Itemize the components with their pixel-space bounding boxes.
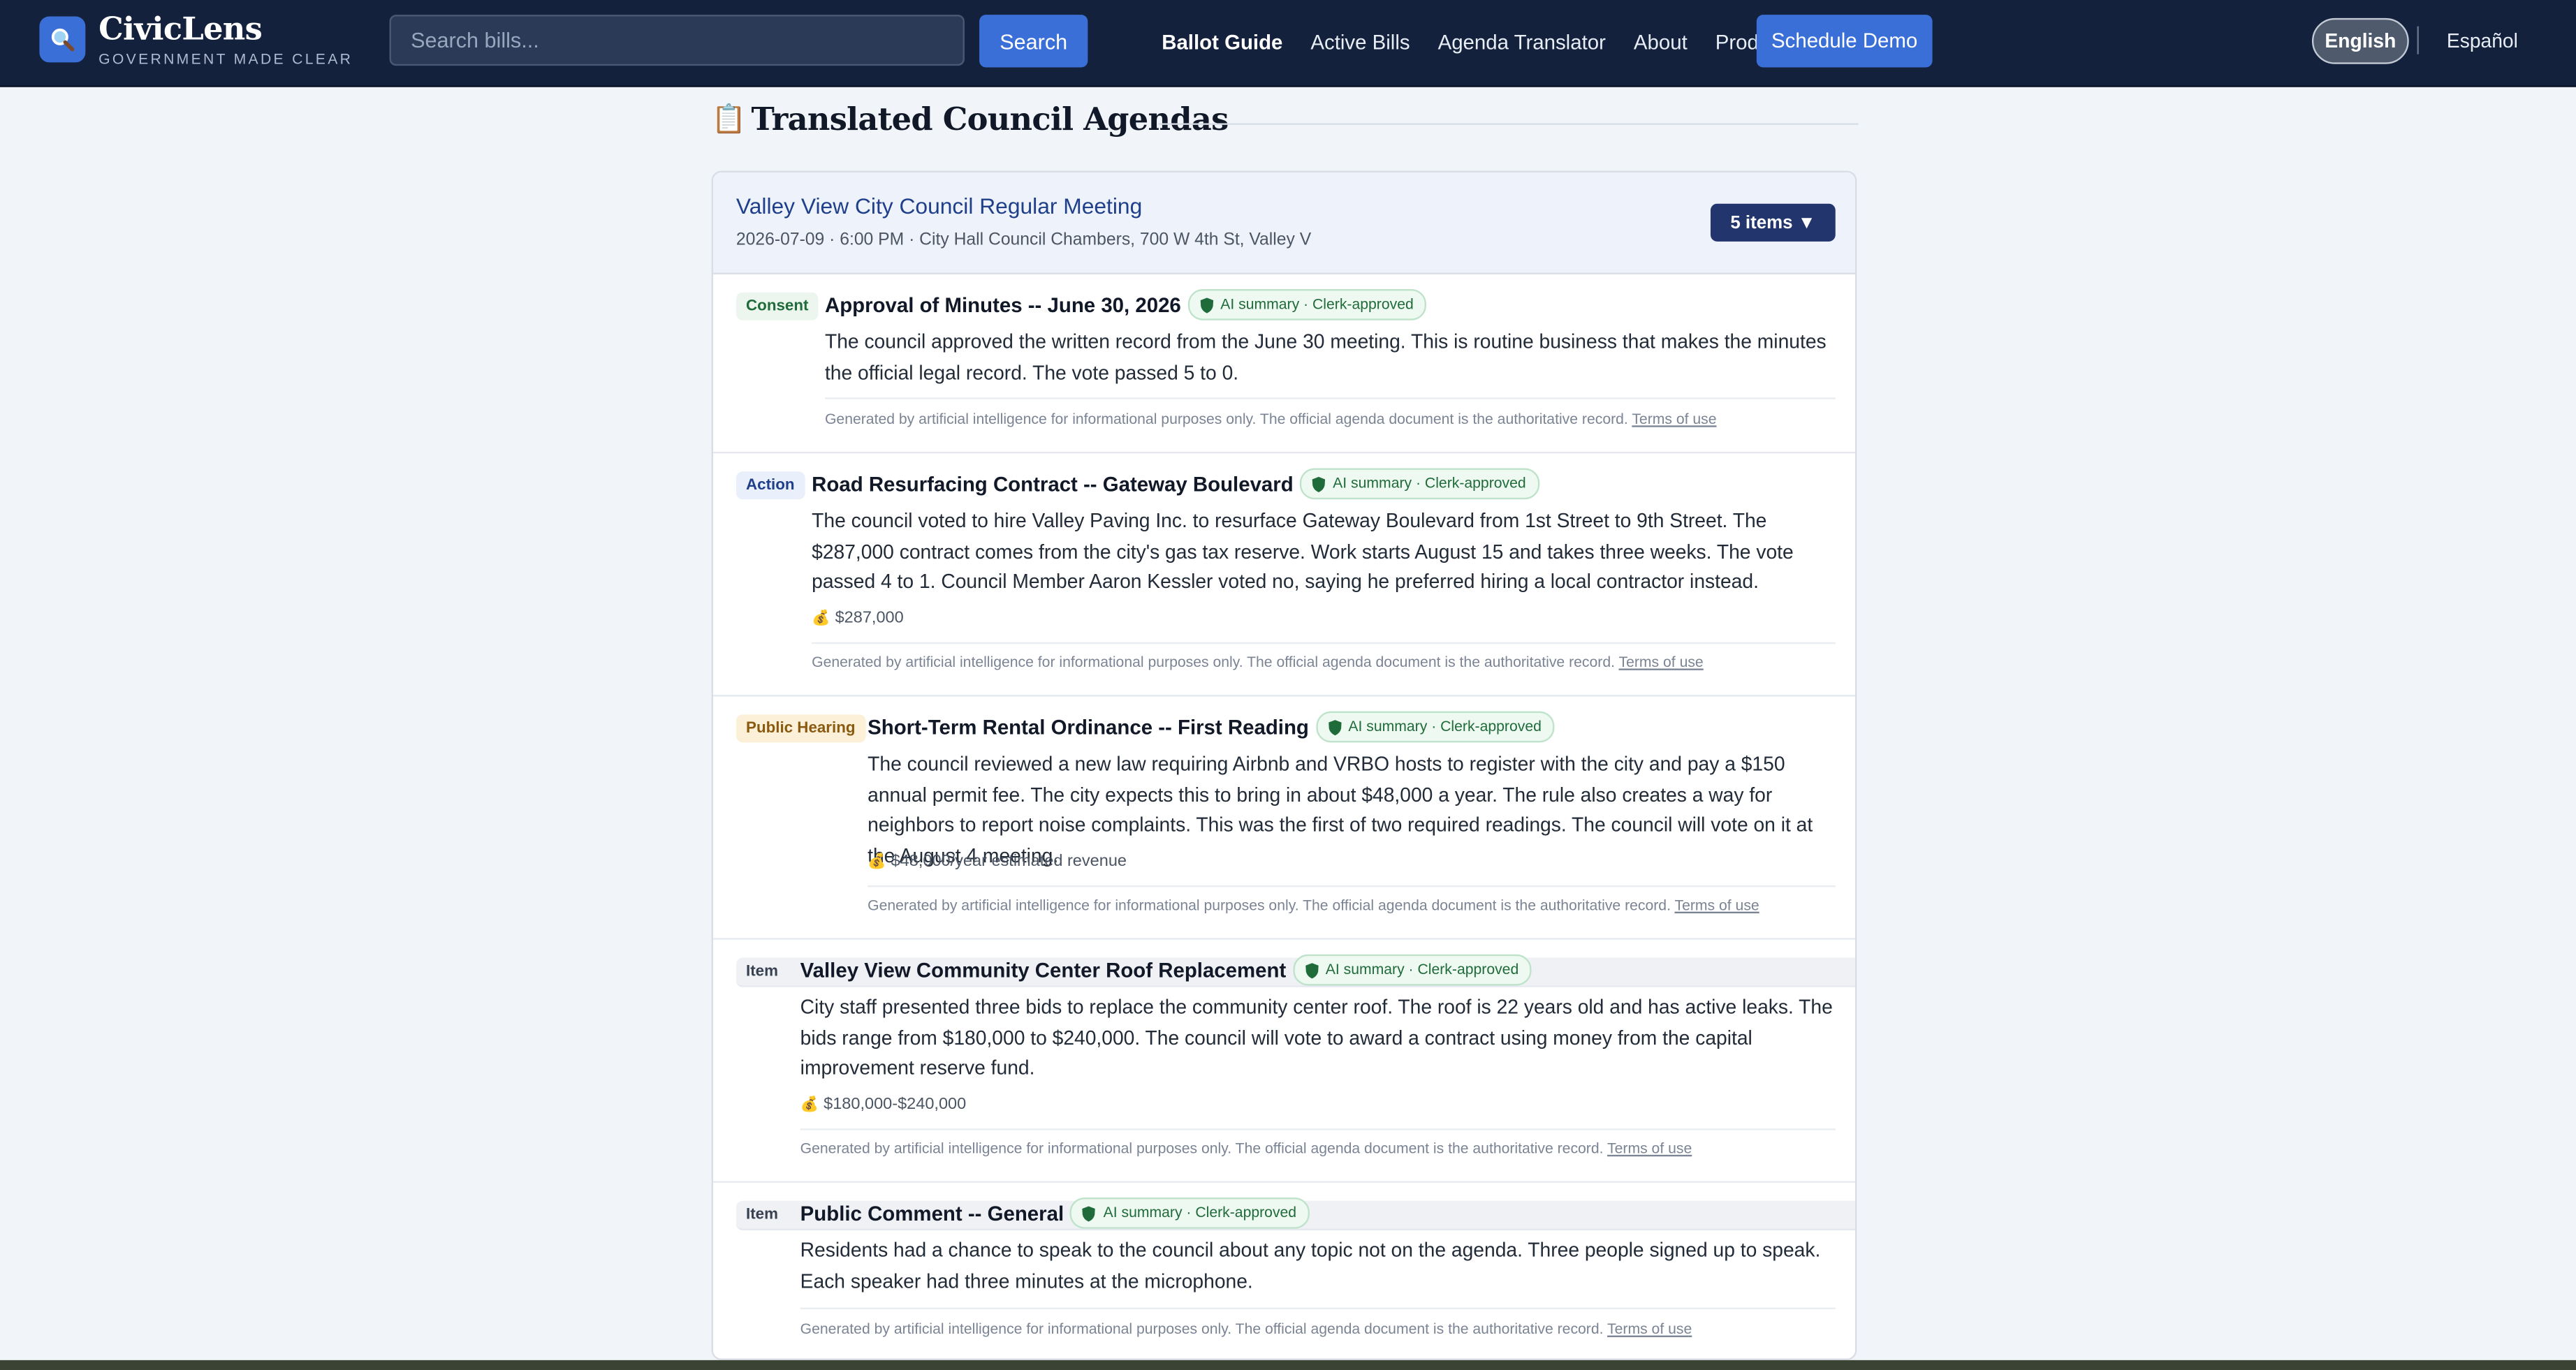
ai-summary-badge-label: AI summary · Clerk-approved bbox=[1220, 295, 1414, 312]
item-cost: 💰 $48,000/year estimated revenue bbox=[868, 853, 1127, 871]
magnifier-icon bbox=[51, 28, 75, 52]
ai-summary-badge: AI summary · Clerk-approved bbox=[1187, 289, 1427, 321]
item-title: Road Resurfacing Contract -- Gateway Bou… bbox=[812, 472, 1294, 496]
disclaimer-text: Generated by artificial intelligence for… bbox=[800, 1140, 1604, 1157]
meeting-card-header: Valley View City Council Regular Meeting… bbox=[712, 172, 1855, 274]
meeting-card: Valley View City Council Regular Meeting… bbox=[711, 170, 1857, 1360]
money-bag-icon: 💰 bbox=[812, 609, 830, 626]
meeting-title[interactable]: Valley View City Council Regular Meeting bbox=[736, 194, 1142, 219]
item-cost: 💰 $180,000-$240,000 bbox=[800, 1096, 967, 1114]
brand[interactable]: CivicLens GOVERNMENT MADE CLEAR bbox=[98, 10, 353, 67]
item-category-tag: Public Hearing bbox=[736, 714, 865, 743]
ai-summary-badge: AI summary · Clerk-approved bbox=[1315, 711, 1555, 743]
item-title: Short-Term Rental Ordinance -- First Rea… bbox=[868, 715, 1309, 739]
disclaimer-divider bbox=[824, 397, 1836, 399]
meeting-meta: 2026-07-09 · 6:00 PM · City Hall Council… bbox=[736, 230, 1312, 250]
shield-icon bbox=[1083, 1205, 1096, 1221]
terms-of-use-link[interactable]: Terms of use bbox=[1607, 1320, 1692, 1337]
item-title: Approval of Minutes -- June 30, 2026 bbox=[824, 293, 1181, 316]
ai-disclaimer: Generated by artificial intelligence for… bbox=[868, 897, 1759, 913]
item-category-tag: Action bbox=[736, 471, 805, 500]
language-divider bbox=[2417, 26, 2419, 54]
money-bag-icon: 💰 bbox=[800, 1096, 819, 1112]
language-english-button[interactable]: English bbox=[2311, 17, 2409, 64]
disclaimer-divider bbox=[868, 885, 1836, 887]
agenda-item: Consent Approval of Minutes -- June 30, … bbox=[712, 273, 1855, 454]
terms-of-use-link[interactable]: Terms of use bbox=[1619, 654, 1704, 670]
ai-summary-badge-label: AI summary · Clerk-approved bbox=[1325, 961, 1519, 978]
item-cost: 💰 $287,000 bbox=[812, 610, 904, 628]
disclaimer-text: Generated by artificial intelligence for… bbox=[868, 897, 1671, 913]
shield-icon bbox=[1328, 719, 1341, 735]
clipboard-icon: 📋 bbox=[711, 103, 747, 135]
section-divider bbox=[1158, 123, 1859, 125]
item-cost-value: $180,000-$240,000 bbox=[824, 1096, 967, 1114]
nav-ballot-guide[interactable]: Ballot Guide bbox=[1162, 31, 1282, 54]
bottom-edge bbox=[0, 1360, 2576, 1370]
brand-name: CivicLens bbox=[98, 11, 263, 48]
nav-active-bills[interactable]: Active Bills bbox=[1310, 31, 1410, 54]
ai-disclaimer: Generated by artificial intelligence for… bbox=[800, 1320, 1692, 1337]
logo[interactable] bbox=[39, 16, 86, 63]
disclaimer-text: Generated by artificial intelligence for… bbox=[824, 411, 1628, 427]
disclaimer-divider bbox=[800, 1307, 1836, 1309]
ai-summary-badge: AI summary · Clerk-approved bbox=[1300, 468, 1539, 500]
terms-of-use-link[interactable]: Terms of use bbox=[1632, 411, 1716, 427]
money-bag-icon: 💰 bbox=[868, 852, 886, 869]
item-category-tag: Consent bbox=[736, 292, 819, 321]
nav-about[interactable]: About bbox=[1634, 31, 1688, 54]
disclaimer-text: Generated by artificial intelligence for… bbox=[800, 1320, 1604, 1337]
nav-agenda-translator[interactable]: Agenda Translator bbox=[1438, 31, 1606, 54]
agenda-item: Item Public Comment -- General AI summar… bbox=[713, 1181, 1855, 1358]
item-title: Valley View Community Center Roof Replac… bbox=[800, 958, 1287, 982]
top-navbar: CivicLens GOVERNMENT MADE CLEAR Search B… bbox=[0, 0, 2576, 87]
agenda-item: Item Valley View Community Center Roof R… bbox=[712, 938, 1855, 1183]
disclaimer-divider bbox=[812, 642, 1836, 645]
item-cost-value: $48,000/year estimated revenue bbox=[891, 852, 1127, 871]
items-toggle-button[interactable]: 5 items ▼ bbox=[1710, 203, 1836, 242]
shield-icon bbox=[1200, 297, 1213, 313]
ai-summary-badge-label: AI summary · Clerk-approved bbox=[1333, 474, 1526, 492]
terms-of-use-link[interactable]: Terms of use bbox=[1674, 897, 1759, 913]
item-summary: Residents had a chance to speak to the c… bbox=[800, 1238, 1821, 1292]
search-input[interactable] bbox=[389, 15, 965, 66]
shield-icon bbox=[1312, 476, 1326, 492]
section-header: 📋 Translated Council Agendas bbox=[712, 102, 1229, 138]
item-cost-value: $287,000 bbox=[835, 609, 904, 628]
terms-of-use-link[interactable]: Terms of use bbox=[1607, 1140, 1692, 1157]
main-nav: Ballot Guide Active Bills Agenda Transla… bbox=[1162, 0, 1786, 85]
disclaimer-text: Generated by artificial intelligence for… bbox=[812, 654, 1615, 670]
ai-summary-badge-label: AI summary · Clerk-approved bbox=[1103, 1204, 1297, 1221]
ai-summary-badge: AI summary · Clerk-approved bbox=[1292, 954, 1532, 986]
disclaimer-divider bbox=[800, 1128, 1836, 1130]
ai-summary-badge-label: AI summary · Clerk-approved bbox=[1348, 718, 1542, 735]
shield-icon bbox=[1305, 962, 1318, 978]
ai-disclaimer: Generated by artificial intelligence for… bbox=[825, 411, 1717, 427]
ai-disclaimer: Generated by artificial intelligence for… bbox=[812, 654, 1704, 670]
schedule-demo-button[interactable]: Schedule Demo bbox=[1756, 15, 1933, 68]
section-title: Translated Council Agendas bbox=[751, 101, 1229, 138]
item-title: Public Comment -- General bbox=[800, 1201, 1064, 1225]
agenda-item: Action Road Resurfacing Contract -- Gate… bbox=[712, 452, 1855, 697]
item-summary: The council approved the written record … bbox=[824, 330, 1827, 384]
ai-summary-badge: AI summary · Clerk-approved bbox=[1070, 1197, 1310, 1229]
item-summary: The council voted to hire Valley Paving … bbox=[812, 509, 1794, 594]
brand-tagline: GOVERNMENT MADE CLEAR bbox=[98, 50, 353, 68]
item-summary: City staff presented three bids to repla… bbox=[800, 995, 1833, 1080]
search-button[interactable]: Search bbox=[979, 15, 1088, 68]
agenda-item: Public Hearing Short-Term Rental Ordinan… bbox=[712, 695, 1855, 940]
ai-disclaimer: Generated by artificial intelligence for… bbox=[800, 1140, 1692, 1157]
language-spanish-link[interactable]: Español bbox=[2447, 29, 2518, 52]
